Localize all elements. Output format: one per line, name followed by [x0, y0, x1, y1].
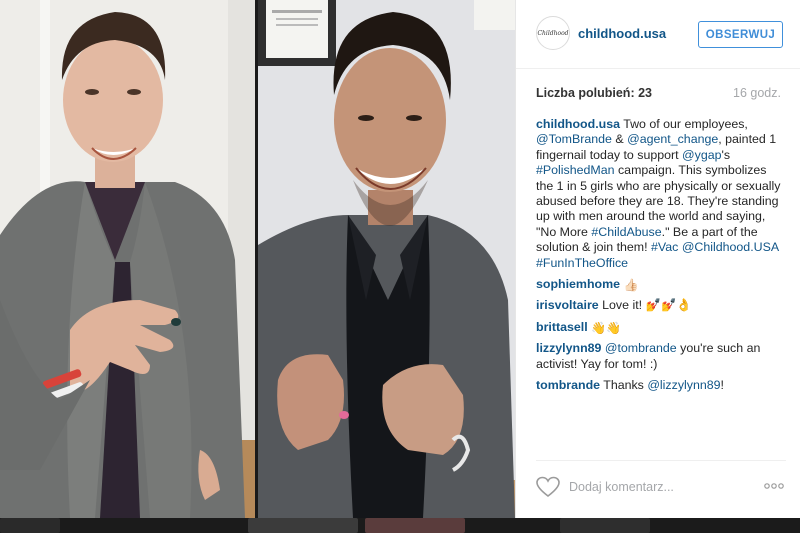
username-link[interactable]: childhood.usa	[578, 26, 666, 41]
follow-button[interactable]: OBSERWUJ	[698, 21, 783, 48]
hashtag-link[interactable]: #Vac	[651, 240, 678, 254]
add-comment-input[interactable]: Dodaj komentarz...	[569, 480, 674, 494]
background-thumbnail	[0, 518, 60, 533]
post-photo[interactable]	[0, 0, 515, 518]
comment-item: brittasell 👋👋	[536, 320, 786, 335]
caption-author[interactable]: childhood.usa	[536, 117, 620, 131]
heart-outline-icon[interactable]	[536, 476, 560, 498]
hashtag-link[interactable]: #FunInTheOffice	[536, 256, 628, 270]
mention-link[interactable]: @ygap	[682, 148, 721, 162]
photo-panel-right	[258, 0, 515, 518]
photo-right-illustration	[258, 0, 515, 518]
caption-text: 's	[721, 147, 731, 162]
comment-author[interactable]: lizzylynn89	[536, 341, 601, 355]
mention-link[interactable]: @Childhood.USA	[682, 240, 779, 254]
mention-link[interactable]: @TomBrande	[536, 132, 612, 146]
mention-link[interactable]: @lizzylynn89	[647, 378, 720, 392]
comment-item: sophiemhome 👍🏻	[536, 277, 786, 292]
mention-link[interactable]: @agent_change	[627, 132, 718, 146]
comment-item: lizzylynn89 @tombrande you're such an ac…	[536, 341, 786, 372]
caption: childhood.usa Two of our employees, @Tom…	[536, 117, 786, 271]
photo-panel-left	[0, 0, 255, 518]
photo-left-illustration	[0, 0, 255, 518]
caption-text: Two of our employees,	[623, 117, 748, 131]
comment-item: tombrande Thanks @lizzylynn89!	[536, 378, 786, 393]
comment-author[interactable]: tombrande	[536, 378, 600, 392]
background-thumbnail	[365, 518, 465, 533]
comment-author[interactable]: irisvoltaire	[536, 298, 599, 312]
avatar-logo-text: Childhood	[537, 29, 569, 37]
footer-divider	[536, 460, 786, 461]
more-options-icon[interactable]	[763, 480, 785, 492]
post-time[interactable]: 16 godz.	[733, 86, 781, 100]
caption-text: &	[615, 132, 624, 147]
background-thumbnail	[560, 518, 650, 533]
comment-text: Love it! 💅💅👌	[602, 298, 692, 313]
comments-list: childhood.usa Two of our employees, @Tom…	[536, 117, 786, 400]
comment-item: irisvoltaire Love it! 💅💅👌	[536, 298, 786, 313]
post-sidebar: Childhood childhood.usa OBSERWUJ Liczba …	[515, 0, 800, 518]
post-header: Childhood childhood.usa OBSERWUJ	[516, 0, 800, 69]
hashtag-link[interactable]: #ChildAbuse	[591, 225, 661, 239]
comment-text: Thanks	[603, 378, 644, 393]
comment-text: !	[720, 378, 724, 393]
likes-count[interactable]: Liczba polubień: 23	[536, 86, 652, 100]
hashtag-link[interactable]: #PolishedMan	[536, 163, 615, 177]
comment-author[interactable]: brittasell	[536, 320, 588, 334]
mention-link[interactable]: @tombrande	[605, 341, 677, 355]
thumbs-up-icon: 👍🏻	[623, 278, 639, 293]
background-thumbnail	[248, 518, 358, 533]
background-strip	[0, 518, 800, 533]
comment-author[interactable]: sophiemhome	[536, 277, 620, 291]
avatar[interactable]: Childhood	[536, 16, 570, 50]
waving-hand-icon: 👋👋	[591, 320, 621, 335]
